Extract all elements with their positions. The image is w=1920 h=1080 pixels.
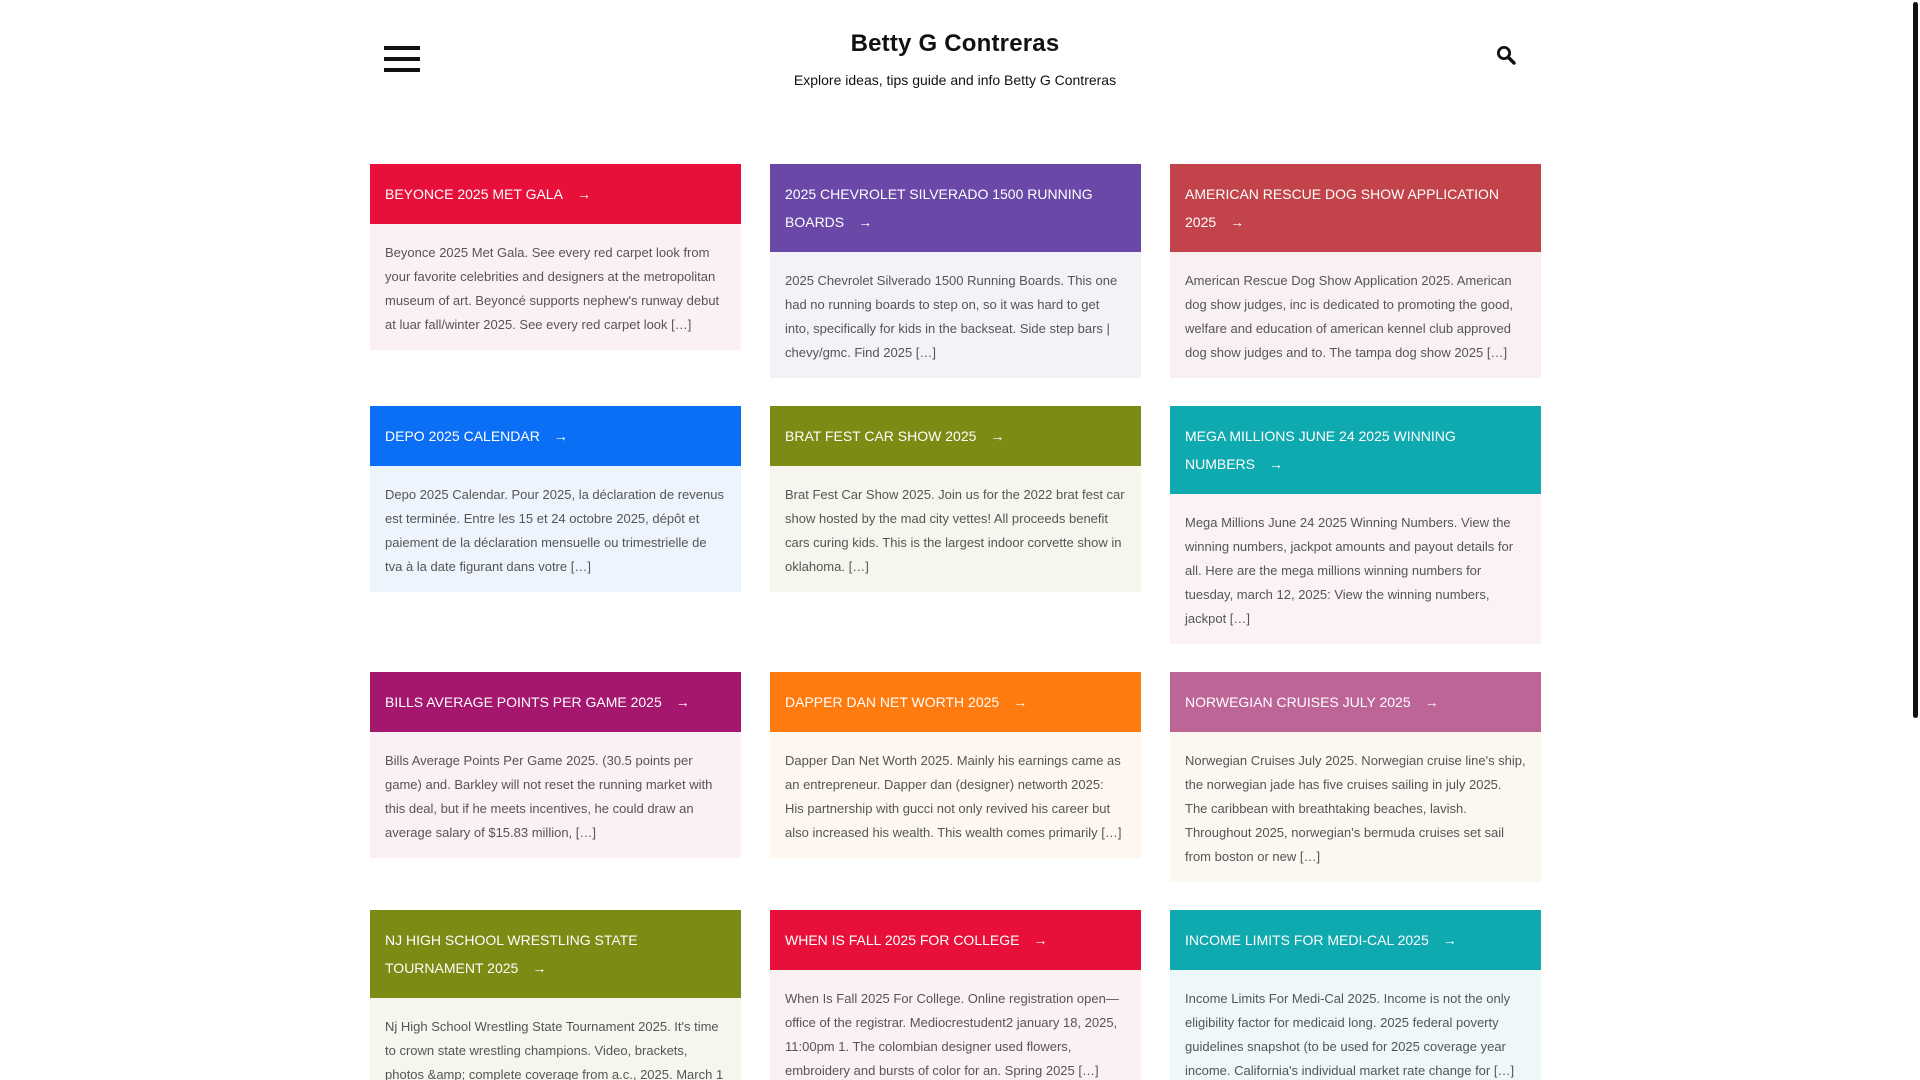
post-card: BILLS AVERAGE POINTS PER GAME 2025 → Bill… — [370, 672, 741, 858]
post-title: NORWEGIAN CRUISES JULY 2025 — [1185, 694, 1411, 710]
site-title[interactable]: Betty G Contreras — [0, 30, 1910, 58]
arrow-icon: → — [532, 960, 547, 976]
arrow-icon: → — [1013, 694, 1028, 710]
post-title-link[interactable]: MEGA MILLIONS JUNE 24 2025 WINNING NUMBE… — [1170, 406, 1541, 494]
post-card: NORWEGIAN CRUISES JULY 2025 → Norwegian C… — [1170, 672, 1541, 882]
post-title-link[interactable]: DAPPER DAN NET WORTH 2025 → — [770, 672, 1141, 732]
post-excerpt: Mega Millions June 24 2025 Winning Numbe… — [1170, 494, 1541, 644]
post-title-link[interactable]: INCOME LIMITS FOR MEDI-CAL 2025 → — [1170, 910, 1541, 970]
post-card: NJ HIGH SCHOOL WRESTLING STATE TOURNAMEN… — [370, 910, 741, 1080]
post-card: BRAT FEST CAR SHOW 2025 → Brat Fest Car S… — [770, 406, 1141, 592]
post-excerpt: Beyonce 2025 Met Gala. See every red car… — [370, 224, 741, 350]
arrow-icon: → — [858, 214, 873, 230]
post-excerpt: Income Limits For Medi-Cal 2025. Income … — [1170, 970, 1541, 1080]
search-icon — [1497, 46, 1516, 65]
arrow-icon: → — [1033, 932, 1048, 948]
arrow-icon: → — [1442, 932, 1457, 948]
post-excerpt: American Rescue Dog Show Application 202… — [1170, 252, 1541, 378]
post-title: NJ HIGH SCHOOL WRESTLING STATE TOURNAMEN… — [385, 932, 638, 976]
post-title: BEYONCE 2025 MET GALA — [385, 186, 563, 202]
post-excerpt: 2025 Chevrolet Silverado 1500 Running Bo… — [770, 252, 1141, 378]
post-title-link[interactable]: AMERICAN RESCUE DOG SHOW APPLICATION 202… — [1170, 164, 1541, 252]
post-title: BILLS AVERAGE POINTS PER GAME 2025 — [385, 694, 662, 710]
arrow-icon: → — [553, 428, 568, 444]
post-title-link[interactable]: DEPO 2025 CALENDAR → — [370, 406, 741, 466]
post-card: MEGA MILLIONS JUNE 24 2025 WINNING NUMBE… — [1170, 406, 1541, 644]
arrow-icon: → — [1230, 214, 1245, 230]
post-excerpt: Norwegian Cruises July 2025. Norwegian c… — [1170, 732, 1541, 882]
post-card: 2025 CHEVROLET SILVERADO 1500 RUNNING BO… — [770, 164, 1141, 378]
post-excerpt: Dapper Dan Net Worth 2025. Mainly his ea… — [770, 732, 1141, 858]
scrollbar-thumb[interactable] — [1913, 2, 1918, 718]
post-title: INCOME LIMITS FOR MEDI-CAL 2025 — [1185, 932, 1429, 948]
arrow-icon: → — [1269, 456, 1284, 472]
post-title-link[interactable]: NORWEGIAN CRUISES JULY 2025 → — [1170, 672, 1541, 732]
post-card: INCOME LIMITS FOR MEDI-CAL 2025 → Income … — [1170, 910, 1541, 1080]
arrow-icon: → — [1424, 694, 1439, 710]
post-title-link[interactable]: WHEN IS FALL 2025 FOR COLLEGE → — [770, 910, 1141, 970]
post-excerpt: Nj High School Wrestling State Tournamen… — [370, 998, 741, 1080]
arrow-icon: → — [990, 428, 1005, 444]
post-card: BEYONCE 2025 MET GALA → Beyonce 2025 Met … — [370, 164, 741, 350]
post-title-link[interactable]: BRAT FEST CAR SHOW 2025 → — [770, 406, 1141, 466]
post-title: 2025 CHEVROLET SILVERADO 1500 RUNNING BO… — [785, 186, 1093, 230]
post-card: WHEN IS FALL 2025 FOR COLLEGE → When Is F… — [770, 910, 1141, 1080]
post-title: DEPO 2025 CALENDAR — [385, 428, 540, 444]
arrow-icon: → — [576, 186, 591, 202]
site-tagline: Explore ideas, tips guide and info Betty… — [793, 72, 1117, 88]
post-title: DAPPER DAN NET WORTH 2025 — [785, 694, 1000, 710]
post-title-link[interactable]: 2025 CHEVROLET SILVERADO 1500 RUNNING BO… — [770, 164, 1141, 252]
post-excerpt: Brat Fest Car Show 2025. Join us for the… — [770, 466, 1141, 592]
post-card: AMERICAN RESCUE DOG SHOW APPLICATION 202… — [1170, 164, 1541, 378]
post-excerpt: Depo 2025 Calendar. Pour 2025, la déclar… — [370, 466, 741, 592]
post-excerpt: When Is Fall 2025 For College. Online re… — [770, 970, 1141, 1080]
post-excerpt: Bills Average Points Per Game 2025. (30.… — [370, 732, 741, 858]
post-title-link[interactable]: BILLS AVERAGE POINTS PER GAME 2025 → — [370, 672, 741, 732]
post-title: BRAT FEST CAR SHOW 2025 — [785, 428, 977, 444]
post-title-link[interactable]: NJ HIGH SCHOOL WRESTLING STATE TOURNAMEN… — [370, 910, 741, 998]
arrow-icon: → — [675, 694, 690, 710]
search-button[interactable] — [1496, 45, 1518, 67]
post-title: WHEN IS FALL 2025 FOR COLLEGE — [785, 932, 1020, 948]
post-card: DEPO 2025 CALENDAR → Depo 2025 Calendar. … — [370, 406, 741, 592]
site-branding: Betty G Contreras Explore ideas, tips gu… — [0, 30, 1910, 88]
post-card: DAPPER DAN NET WORTH 2025 → Dapper Dan Ne… — [770, 672, 1141, 858]
post-title: MEGA MILLIONS JUNE 24 2025 WINNING NUMBE… — [1185, 428, 1456, 472]
site-header: Betty G Contreras Explore ideas, tips gu… — [0, 0, 1910, 110]
post-title-link[interactable]: BEYONCE 2025 MET GALA → — [370, 164, 741, 224]
